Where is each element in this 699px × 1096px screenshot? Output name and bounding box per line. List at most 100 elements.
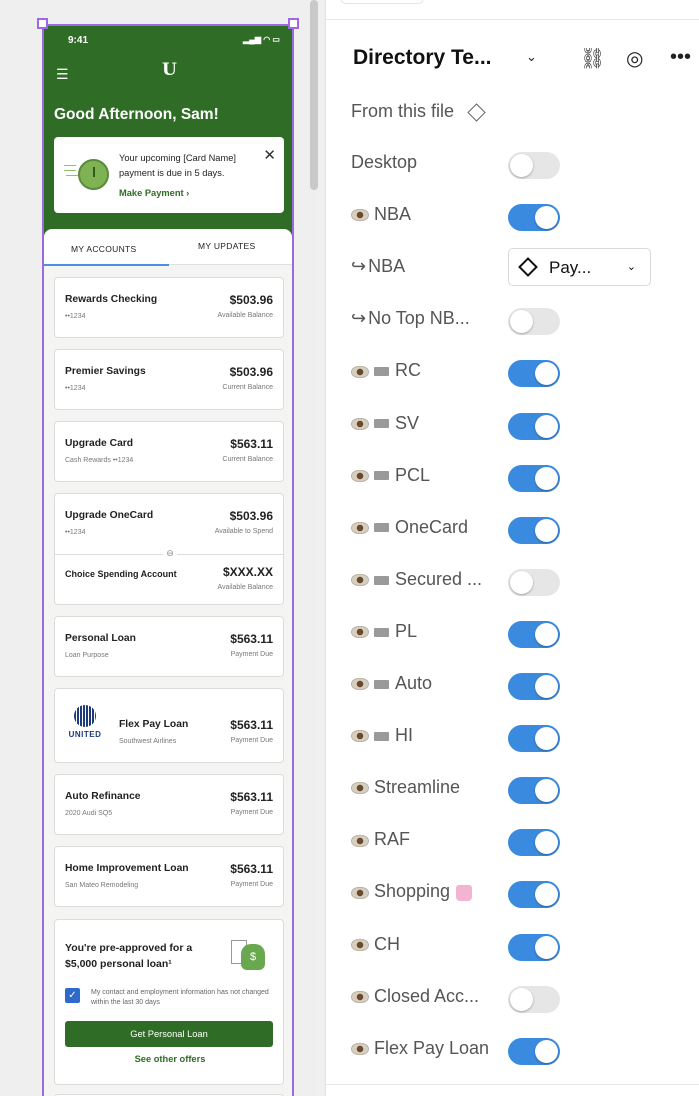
eye-icon[interactable]: [351, 209, 369, 222]
account-card[interactable]: Rewards Checking ••1234 $503.96 Available B…: [54, 277, 284, 338]
account-subtext: ••1234: [65, 529, 86, 536]
speed-lines-icon: [64, 165, 76, 166]
visibility-toggle[interactable]: [508, 204, 560, 232]
account-card[interactable]: UNITED Flex Pay Loan Southwest Airlines $56…: [54, 688, 284, 763]
canvas-scrollbar[interactable]: [310, 0, 318, 190]
toggle-knob: [510, 570, 533, 594]
tab-my-accounts[interactable]: MY ACCOUNTS: [71, 244, 137, 254]
toggle-knob: [535, 414, 558, 438]
variant-row-label: Streamline: [351, 777, 460, 798]
make-payment-link[interactable]: Make Payment ›: [119, 188, 189, 198]
active-tab-indicator: [44, 264, 169, 266]
account-amount: $563.11: [230, 632, 273, 646]
confirm-checkbox[interactable]: ✓: [65, 988, 80, 1003]
phone-frame[interactable]: 9:41 ▂▄▆ ◠ ▭ ☰ U Good Afternoon, Sam! Yo…: [42, 24, 294, 1096]
offer-title: You're pre-approved for a $5,000 persona…: [65, 942, 193, 970]
chevron-down-icon[interactable]: ⌄: [526, 49, 537, 65]
from-file-label: From this file: [351, 101, 455, 121]
property-name: Closed Acc...: [374, 985, 480, 1006]
property-name: No Top NB...: [368, 308, 470, 329]
toggle-knob: [535, 935, 558, 959]
confirm-text: My contact and employment information ha…: [91, 989, 269, 1006]
eye-icon[interactable]: [351, 1042, 369, 1055]
eye-icon[interactable]: [351, 886, 369, 899]
visibility-toggle[interactable]: [508, 881, 560, 909]
eye-icon[interactable]: [351, 938, 369, 951]
visibility-toggle[interactable]: [508, 673, 560, 700]
account-name: Upgrade Card: [65, 438, 134, 449]
resize-handle-top-right[interactable]: [288, 18, 299, 29]
visibility-toggle[interactable]: [508, 1037, 560, 1065]
menu-icon[interactable]: ☰: [56, 66, 69, 83]
visibility-toggle[interactable]: [508, 985, 560, 1013]
variant-row-label: RAF: [351, 829, 410, 850]
visibility-toggle[interactable]: [508, 412, 560, 440]
account-amount: $563.11: [230, 718, 273, 732]
component-icon[interactable]: [467, 103, 486, 122]
variant-row-label: PL: [351, 621, 417, 642]
close-icon[interactable]: ✕: [263, 146, 276, 164]
nested-arrow-icon: ↪: [351, 256, 367, 277]
visibility-toggle[interactable]: [508, 308, 560, 336]
visibility-toggle[interactable]: [508, 620, 560, 648]
visibility-toggle[interactable]: [508, 568, 560, 596]
eye-icon[interactable]: [351, 521, 369, 534]
account-card[interactable]: Upgrade Card Cash Rewards ••1234 $563.11 Cu…: [54, 421, 284, 482]
toolbar-pill[interactable]: [340, 0, 424, 4]
visibility-toggle[interactable]: [508, 777, 560, 805]
visibility-toggle[interactable]: [508, 516, 560, 544]
amount-label: Available Balance: [217, 584, 273, 591]
account-card[interactable]: Home Improvement Loan San Mateo Remodelin…: [54, 846, 284, 907]
component-title[interactable]: Directory Te...: [353, 46, 492, 70]
property-name: Flex Pay Loan: [374, 1037, 490, 1058]
account-subtext: 2020 Audi SQ5: [65, 810, 113, 817]
property-name: NBA: [368, 256, 406, 277]
eye-icon[interactable]: [351, 469, 369, 482]
eye-icon[interactable]: [351, 574, 369, 587]
nested-arrow-icon: ↪: [351, 308, 367, 329]
account-card[interactable]: Auto Refinance 2020 Audi SQ5 $563.11 Paymen…: [54, 774, 284, 835]
eye-icon[interactable]: [351, 990, 369, 1003]
property-name: HI: [395, 725, 413, 746]
eye-icon[interactable]: [351, 417, 369, 430]
eye-icon[interactable]: [351, 365, 369, 378]
get-personal-loan-button[interactable]: Get Personal Loan: [65, 1021, 273, 1047]
amount-label: Current Balance: [222, 456, 273, 463]
visibility-toggle[interactable]: [508, 360, 560, 388]
amount-label: Payment Due: [230, 737, 273, 744]
eye-icon[interactable]: [351, 782, 369, 795]
app-logo: U: [162, 60, 177, 80]
property-name: Auto: [395, 673, 433, 693]
account-card[interactable]: Personal Loan Loan Purpose $563.11 Payment …: [54, 616, 284, 677]
design-canvas[interactable]: 9:41 ▂▄▆ ◠ ▭ ☰ U Good Afternoon, Sam! Yo…: [0, 0, 318, 1096]
account-card[interactable]: Upgrade OneCard ••1234 $503.96 Available to…: [54, 493, 284, 605]
property-name: SV: [395, 412, 420, 433]
tab-my-updates[interactable]: MY UPDATES: [198, 241, 255, 251]
visibility-toggle[interactable]: [508, 829, 560, 857]
layer-icon: [374, 679, 389, 689]
visibility-toggle[interactable]: [508, 933, 560, 961]
account-card[interactable]: Premier Savings ••1234 $503.96 Current Bala…: [54, 349, 284, 410]
account-name: Choice Spending Account: [65, 569, 177, 579]
instance-icon[interactable]: ◎: [626, 46, 643, 71]
visibility-toggle[interactable]: [508, 464, 560, 492]
eye-icon[interactable]: [351, 730, 369, 743]
visibility-toggle[interactable]: [508, 725, 560, 753]
eye-icon[interactable]: [351, 626, 369, 639]
instance-swap-dropdown[interactable]: Pay... ⌄: [508, 248, 651, 286]
resize-handle-top-left[interactable]: [37, 18, 48, 29]
variant-row-label: ↪ NBA: [351, 256, 405, 277]
see-other-offers-link[interactable]: See other offers: [55, 1054, 285, 1064]
variant-row-label: CH: [351, 934, 400, 955]
more-options-icon[interactable]: •••: [670, 46, 691, 69]
eye-icon[interactable]: [351, 834, 369, 847]
toggle-knob: [535, 727, 558, 751]
loan-offer-card: You're pre-approved for a $5,000 persona…: [54, 919, 284, 1085]
property-name: Desktop: [351, 152, 418, 172]
eye-icon[interactable]: [351, 678, 369, 691]
toggle-knob: [535, 1039, 558, 1063]
toggle-knob: [510, 310, 533, 334]
visibility-toggle[interactable]: [508, 152, 560, 179]
variant-row-label: RC: [351, 360, 421, 381]
detach-link-icon[interactable]: ⛓: [580, 46, 605, 71]
